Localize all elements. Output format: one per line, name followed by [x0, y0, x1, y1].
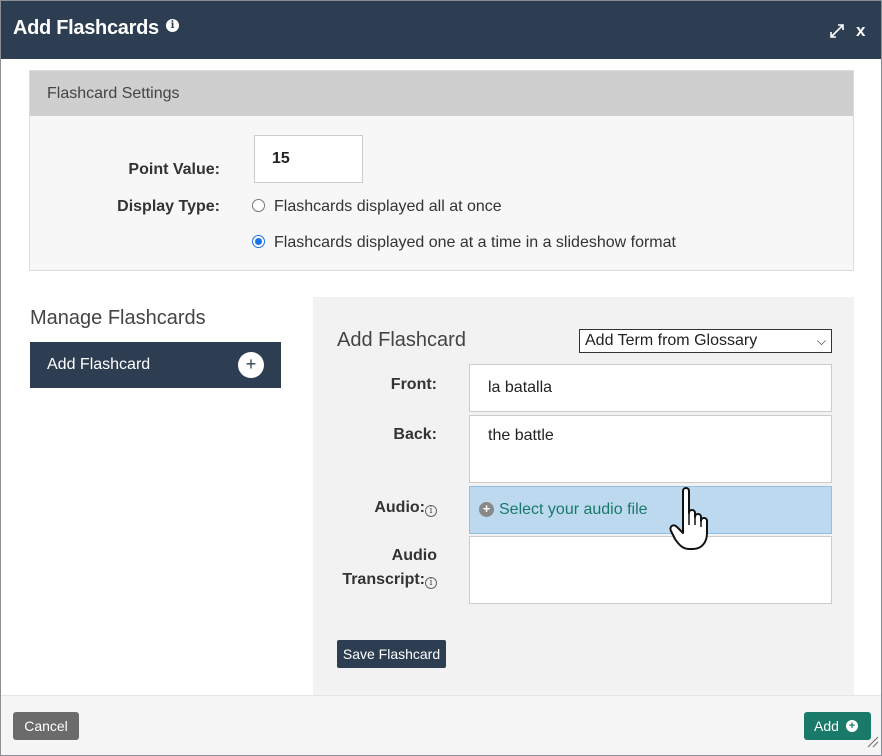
- display-option-all-at-once[interactable]: Flashcards displayed all at once: [252, 198, 502, 216]
- cancel-button[interactable]: Cancel: [13, 712, 79, 740]
- flashcard-editor: Add Flashcard Add Term from Glossary ⌵ F…: [313, 297, 854, 695]
- select-audio-button[interactable]: + Select your audio file: [469, 486, 832, 534]
- transcript-label: Transcript: i: [327, 571, 437, 589]
- dialog-body: Flashcard Settings Point Value: 15 Displ…: [1, 59, 881, 695]
- add-flashcard-tab-label: Add Flashcard: [47, 356, 151, 373]
- audio-label: Audio: i: [327, 499, 437, 517]
- front-label: Front:: [390, 376, 437, 393]
- settings-header: Flashcard Settings: [30, 71, 853, 116]
- resize-grip-icon[interactable]: [865, 734, 879, 748]
- plus-circle-icon: +: [846, 720, 858, 732]
- radio-button-selected[interactable]: [252, 235, 265, 248]
- dialog-titlebar: Add Flashcards i x: [1, 1, 881, 59]
- dialog-title: Add Flashcards: [13, 17, 159, 39]
- add-button[interactable]: Add +: [804, 712, 871, 740]
- back-field[interactable]: the battle: [469, 415, 832, 483]
- hand-pointer-icon: [669, 487, 708, 550]
- glossary-select[interactable]: Add Term from Glossary ⌵: [579, 329, 832, 353]
- info-icon[interactable]: i: [425, 577, 437, 589]
- point-value-label: Point Value:: [128, 161, 220, 178]
- expand-icon[interactable]: [829, 23, 845, 39]
- add-flashcard-tab[interactable]: Add Flashcard +: [30, 342, 281, 388]
- radio-label: Flashcards displayed one at a time in a …: [274, 234, 676, 251]
- back-label: Back:: [393, 426, 437, 443]
- glossary-select-value: Add Term from Glossary: [585, 332, 758, 349]
- select-audio-label: Select your audio file: [499, 501, 648, 518]
- info-icon[interactable]: i: [425, 505, 437, 517]
- manage-flashcards-title: Manage Flashcards: [30, 307, 206, 329]
- editor-title: Add Flashcard: [337, 329, 466, 351]
- plus-icon[interactable]: +: [238, 352, 264, 378]
- radio-label: Flashcards displayed all at once: [274, 198, 502, 215]
- flashcard-settings-panel: Flashcard Settings Point Value: 15 Displ…: [29, 70, 854, 271]
- chevron-down-icon: ⌵: [816, 334, 826, 348]
- point-value-input[interactable]: 15: [254, 135, 363, 183]
- plus-icon: +: [479, 502, 494, 517]
- transcript-field[interactable]: [469, 536, 832, 604]
- dialog-footer: Cancel Add +: [1, 695, 881, 755]
- info-icon[interactable]: i: [166, 19, 179, 32]
- save-flashcard-button[interactable]: Save Flashcard: [337, 640, 446, 668]
- display-type-label: Display Type:: [117, 198, 220, 215]
- display-option-slideshow[interactable]: Flashcards displayed one at a time in a …: [252, 234, 676, 252]
- add-flashcards-dialog: Add Flashcards i x Flashcard Settings Po…: [0, 0, 882, 756]
- close-button[interactable]: x: [856, 21, 865, 41]
- add-button-label: Add: [814, 718, 839, 734]
- radio-button[interactable]: [252, 199, 265, 212]
- front-field[interactable]: la batalla: [469, 364, 832, 412]
- transcript-label-line1: Audio: [391, 547, 437, 564]
